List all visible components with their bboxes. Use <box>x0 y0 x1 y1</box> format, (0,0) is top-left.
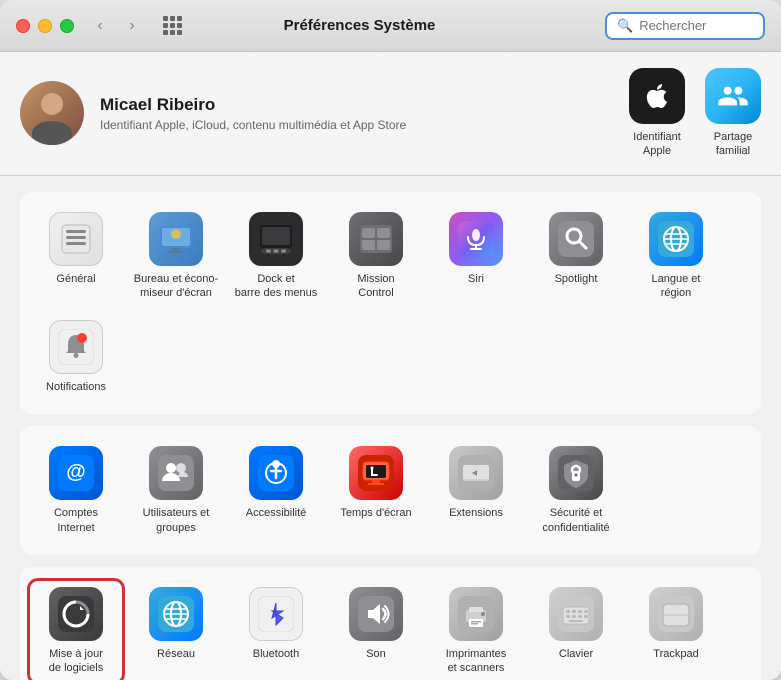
accounts-label: ComptesInternet <box>54 506 98 535</box>
bluetooth-label: Bluetooth <box>253 647 299 661</box>
printers-label: Imprimanteset scanners <box>446 647 507 676</box>
extensions-label: Extensions <box>449 506 503 520</box>
profile-section[interactable]: Micael Ribeiro Identifiant Apple, iCloud… <box>0 52 781 176</box>
general-icon <box>49 212 103 266</box>
maximize-button[interactable] <box>60 19 74 33</box>
update-label: Mise à jourde logiciels <box>49 647 103 676</box>
pref-notifications[interactable]: Notifications <box>28 312 124 402</box>
section-3: Mise à jourde logiciels R <box>20 567 761 680</box>
screen-time-icon <box>349 446 403 500</box>
dock-label: Dock etbarre des menus <box>235 272 318 301</box>
accessibility-icon <box>249 446 303 500</box>
screen-time-label: Temps d'écran <box>340 506 411 520</box>
notifications-icon <box>49 320 103 374</box>
apple-id-item[interactable]: IdentifiantApple <box>629 68 685 159</box>
update-icon <box>49 587 103 641</box>
bluetooth-icon <box>249 587 303 641</box>
pref-desktop[interactable]: Bureau et écono-miseur d'écran <box>128 204 224 309</box>
apple-id-label: IdentifiantApple <box>633 130 681 159</box>
pref-keyboard[interactable]: Clavier <box>528 579 624 680</box>
system-preferences-window: ‹ › Préférences Système 🔍 Micael Ribeiro… <box>0 0 781 680</box>
section-1: Général Bureau et écono-miseur d'écran <box>20 192 761 415</box>
section-2-grid: @ ComptesInternet <box>28 438 753 543</box>
pref-language[interactable]: Langue etrégion <box>628 204 724 309</box>
spotlight-icon <box>549 212 603 266</box>
window-title: Préférences Système <box>114 17 605 34</box>
pref-dock[interactable]: Dock etbarre des menus <box>228 204 324 309</box>
pref-spotlight[interactable]: Spotlight <box>528 204 624 309</box>
minimize-button[interactable] <box>38 19 52 33</box>
pref-sound[interactable]: Son <box>328 579 424 680</box>
profile-icons: IdentifiantApple Partagefamilial <box>629 68 761 159</box>
traffic-lights <box>16 19 74 33</box>
keyboard-label: Clavier <box>559 647 593 661</box>
sound-label: Son <box>366 647 386 661</box>
printers-icon <box>449 587 503 641</box>
keyboard-icon <box>549 587 603 641</box>
dock-icon <box>249 212 303 266</box>
pref-trackpad[interactable]: Trackpad <box>628 579 724 680</box>
section-1-grid: Général Bureau et écono-miseur d'écran <box>28 204 753 403</box>
pref-general[interactable]: Général <box>28 204 124 309</box>
users-label: Utilisateurs etgroupes <box>143 506 210 535</box>
pref-mission[interactable]: MissionControl <box>328 204 424 309</box>
back-button[interactable]: ‹ <box>86 15 114 37</box>
section-3-grid: Mise à jourde logiciels R <box>28 579 753 680</box>
network-icon <box>149 587 203 641</box>
search-input[interactable] <box>639 18 759 33</box>
security-icon <box>549 446 603 500</box>
svg-text:@: @ <box>66 461 86 483</box>
family-sharing-item[interactable]: Partagefamilial <box>705 68 761 159</box>
pref-update[interactable]: Mise à jourde logiciels <box>28 579 124 680</box>
pref-network[interactable]: Réseau <box>128 579 224 680</box>
accounts-icon: @ <box>49 446 103 500</box>
users-icon <box>149 446 203 500</box>
close-button[interactable] <box>16 19 30 33</box>
mission-icon <box>349 212 403 266</box>
profile-name: Micael Ribeiro <box>100 95 613 115</box>
desktop-label: Bureau et écono-miseur d'écran <box>134 272 218 301</box>
extensions-icon <box>449 446 503 500</box>
profile-subtitle: Identifiant Apple, iCloud, contenu multi… <box>100 118 613 132</box>
content-area: Général Bureau et écono-miseur d'écran <box>0 176 781 680</box>
network-label: Réseau <box>157 647 195 661</box>
pref-screen-time[interactable]: Temps d'écran <box>328 438 424 543</box>
pref-printers[interactable]: Imprimanteset scanners <box>428 579 524 680</box>
security-label: Sécurité etconfidentialité <box>542 506 609 535</box>
mission-label: MissionControl <box>357 272 394 301</box>
search-bar[interactable]: 🔍 <box>605 12 765 40</box>
accessibility-label: Accessibilité <box>246 506 307 520</box>
spotlight-label: Spotlight <box>555 272 598 286</box>
language-label: Langue etrégion <box>652 272 701 301</box>
apple-id-icon-box <box>629 68 685 124</box>
trackpad-label: Trackpad <box>653 647 698 661</box>
section-2: @ ComptesInternet <box>20 426 761 555</box>
pref-accessibility[interactable]: Accessibilité <box>228 438 324 543</box>
pref-users[interactable]: Utilisateurs etgroupes <box>128 438 224 543</box>
pref-accounts[interactable]: @ ComptesInternet <box>28 438 124 543</box>
pref-siri[interactable]: Siri <box>428 204 524 309</box>
siri-icon <box>449 212 503 266</box>
general-label: Général <box>56 272 95 286</box>
family-sharing-label: Partagefamilial <box>714 130 753 159</box>
titlebar: ‹ › Préférences Système 🔍 <box>0 0 781 52</box>
profile-info: Micael Ribeiro Identifiant Apple, iCloud… <box>100 95 613 132</box>
language-icon <box>649 212 703 266</box>
trackpad-icon <box>649 587 703 641</box>
pref-bluetooth[interactable]: Bluetooth <box>228 579 324 680</box>
family-sharing-icon-box <box>705 68 761 124</box>
pref-security[interactable]: Sécurité etconfidentialité <box>528 438 624 543</box>
search-icon: 🔍 <box>617 18 633 34</box>
siri-label: Siri <box>468 272 484 286</box>
notifications-label: Notifications <box>46 380 106 394</box>
desktop-icon <box>149 212 203 266</box>
sound-icon <box>349 587 403 641</box>
pref-extensions[interactable]: Extensions <box>428 438 524 543</box>
avatar <box>20 81 84 145</box>
